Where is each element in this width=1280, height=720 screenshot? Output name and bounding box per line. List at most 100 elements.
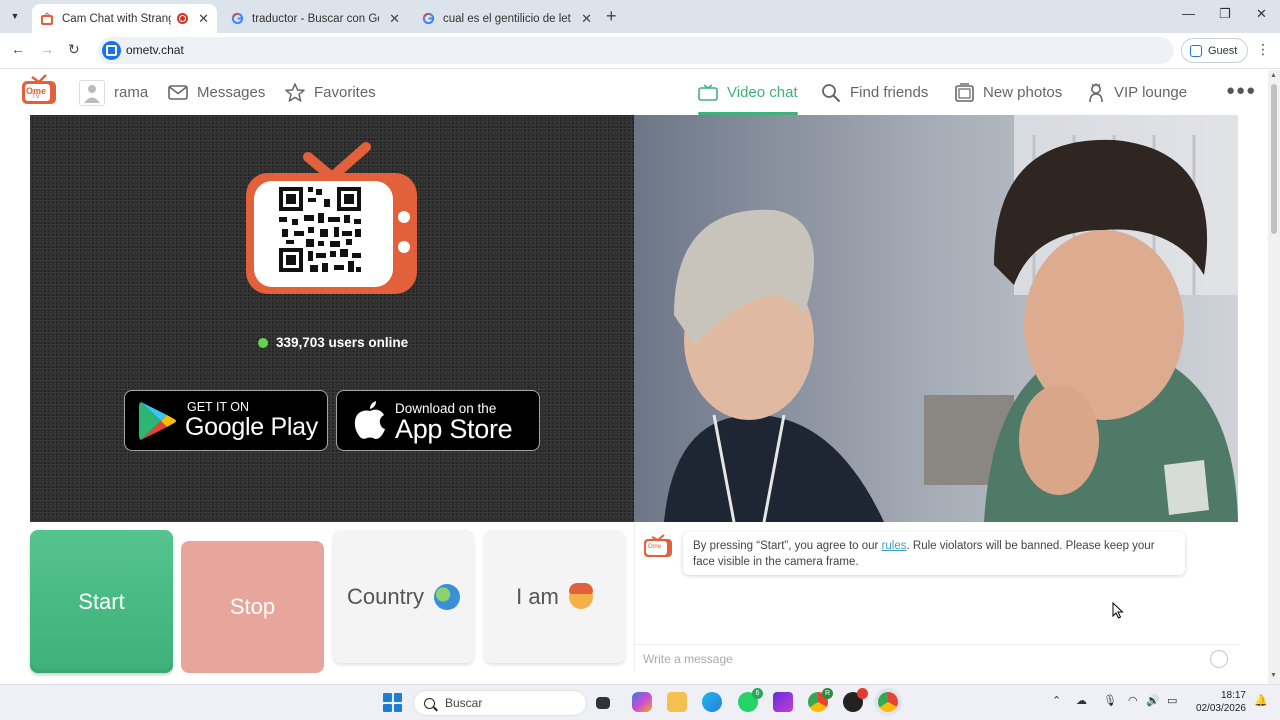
tab-title: cual es el gentilicio de letonia -	[443, 12, 571, 25]
microphone-icon[interactable]: 🎙	[1103, 694, 1117, 707]
browser-menu-icon[interactable]: ⋮	[1256, 41, 1270, 58]
search-icon	[821, 83, 841, 103]
url-text[interactable]: ometv.chat	[126, 43, 184, 57]
own-video-panel: 339,703 users online GET IT ON Google Pl…	[30, 115, 634, 522]
avatar	[79, 79, 105, 106]
nav-favorites[interactable]: Favorites	[285, 70, 376, 115]
nav-find-friends[interactable]: Find friends	[821, 70, 928, 115]
ellipsis-icon[interactable]: ●●●	[1226, 82, 1256, 99]
logo-text-bottom: TV	[32, 94, 40, 100]
tv-icon	[698, 84, 718, 101]
stop-button[interactable]: Stop	[181, 541, 324, 673]
wifi-icon[interactable]: ◠	[1128, 694, 1138, 707]
reload-icon[interactable]: ↻	[68, 41, 80, 58]
app-store-badge[interactable]: Download on the App Store	[336, 390, 540, 451]
photo-icon	[955, 83, 974, 102]
browser-toolbar: ← → ↻ ometv.chat Guest ⋮	[0, 33, 1280, 69]
clock-time: 18:17	[1220, 690, 1246, 701]
profile-button[interactable]: Guest	[1181, 38, 1249, 63]
google-favicon-icon	[421, 12, 435, 26]
close-tab-icon[interactable]: ✕	[198, 11, 209, 27]
forward-icon[interactable]: →	[40, 41, 54, 57]
chrome-profile-badge: R	[822, 688, 833, 699]
address-bar[interactable]: ometv.chat	[98, 37, 1174, 64]
nav-new-photos-label: New photos	[983, 84, 1063, 101]
close-tab-icon[interactable]: ✕	[581, 11, 592, 27]
site-info-icon[interactable]	[102, 41, 121, 60]
minimize-icon[interactable]: —	[1182, 6, 1195, 21]
whatsapp-icon[interactable]: 6	[738, 688, 763, 712]
google-play-small-text: GET IT ON	[187, 400, 250, 414]
google-play-icon	[137, 399, 179, 443]
scroll-down-icon[interactable]: ▼	[1270, 672, 1277, 679]
taskbar-search[interactable]: Buscar	[413, 690, 587, 716]
emoji-picker-icon[interactable]	[1210, 650, 1228, 668]
maximize-icon[interactable]: ❐	[1219, 6, 1231, 22]
nav-messages[interactable]: Messages	[168, 70, 265, 115]
tv-qr-code-icon[interactable]	[246, 141, 418, 297]
nav-video-chat-label: Video chat	[727, 84, 798, 101]
vip-person-icon	[1087, 82, 1105, 103]
ometv-logo[interactable]: Ome TV	[21, 74, 57, 105]
envelope-icon	[168, 85, 188, 100]
users-online-count: 339,703 users online	[276, 335, 409, 350]
task-view-icon[interactable]	[596, 697, 610, 709]
ometv-favicon-icon	[40, 11, 54, 26]
site-header: Ome TV rama Messages Favorites Video cha…	[0, 70, 1268, 115]
star-icon	[285, 83, 305, 102]
chrome-profile-icon[interactable]: R	[808, 688, 833, 712]
tab-ometv[interactable]: Cam Chat with Strangers or ✕	[32, 4, 217, 33]
start-label: Start	[78, 588, 125, 614]
tab-search-chevron-icon[interactable]: ▼	[4, 6, 26, 26]
taskbar-search-label: Buscar	[445, 696, 483, 710]
google-favicon-icon	[230, 12, 244, 26]
system-clock[interactable]: 18:17 02/03/2026	[1194, 689, 1246, 715]
message-input[interactable]	[643, 649, 1203, 669]
windows-start-icon[interactable]	[383, 693, 402, 712]
gender-select-button[interactable]: I am	[484, 530, 625, 663]
browser-tab-strip: ▼ Cam Chat with Strangers or ✕ traductor…	[0, 0, 1280, 33]
ometv-logo-icon: Ome	[643, 534, 673, 558]
globe-icon	[434, 583, 461, 610]
page-scrollbar[interactable]: ▲ ▼	[1268, 70, 1280, 684]
new-tab-icon[interactable]: +	[606, 6, 617, 27]
i-am-label: I am	[516, 583, 559, 609]
clipchamp-icon[interactable]	[773, 692, 793, 712]
stranger-video-feed	[634, 115, 1238, 522]
volume-icon[interactable]: 🔊	[1146, 694, 1160, 707]
nav-vip-lounge[interactable]: VIP lounge	[1087, 70, 1187, 115]
chrome-active-icon[interactable]	[878, 692, 898, 712]
scroll-up-icon[interactable]: ▲	[1270, 72, 1277, 79]
scrollbar-thumb[interactable]	[1271, 84, 1277, 234]
file-explorer-icon[interactable]	[667, 692, 687, 712]
chat-system-message: By pressing “Start”, you agree to our ru…	[683, 532, 1185, 575]
close-tab-icon[interactable]: ✕	[389, 11, 400, 27]
chrome-incognito-icon[interactable]	[843, 688, 868, 712]
tab-traductor[interactable]: traductor - Buscar con Google ✕	[222, 4, 408, 33]
user-profile-link[interactable]: rama	[79, 70, 148, 115]
google-play-large-text: Google Play	[185, 413, 318, 441]
apple-icon	[349, 399, 391, 443]
windows-taskbar: Buscar 6 R ⌃ ☁ 🎙 ◠ 🔊 ▭ 18:17 02/03/2026 …	[0, 684, 1280, 720]
close-window-icon[interactable]: ✕	[1256, 6, 1267, 22]
stop-label: Stop	[229, 594, 276, 619]
start-button[interactable]: Start	[30, 530, 173, 673]
users-online-status: 339,703 users online	[258, 335, 408, 350]
google-play-badge[interactable]: GET IT ON Google Play	[124, 390, 328, 451]
nav-video-chat[interactable]: Video chat	[698, 70, 798, 115]
tray-expand-icon[interactable]: ⌃	[1052, 694, 1061, 707]
profile-icon	[1190, 44, 1202, 57]
nav-new-photos[interactable]: New photos	[955, 70, 1062, 115]
tab-gentilicio[interactable]: cual es el gentilicio de letonia - ✕	[413, 4, 600, 33]
rules-link[interactable]: rules	[882, 540, 907, 552]
battery-icon[interactable]: ▭	[1167, 694, 1177, 707]
chat-panel: Ome By pressing “Start”, you agree to ou…	[634, 522, 1239, 672]
notifications-icon[interactable]: 🔔	[1254, 694, 1268, 707]
country-filter-button[interactable]: Country	[333, 530, 474, 663]
mouse-cursor-icon	[1112, 601, 1124, 624]
copilot-icon[interactable]	[632, 692, 652, 712]
onedrive-icon[interactable]: ☁	[1076, 694, 1087, 707]
back-icon[interactable]: ←	[11, 41, 25, 57]
user-name: rama	[114, 84, 149, 101]
edge-icon[interactable]	[702, 692, 722, 712]
